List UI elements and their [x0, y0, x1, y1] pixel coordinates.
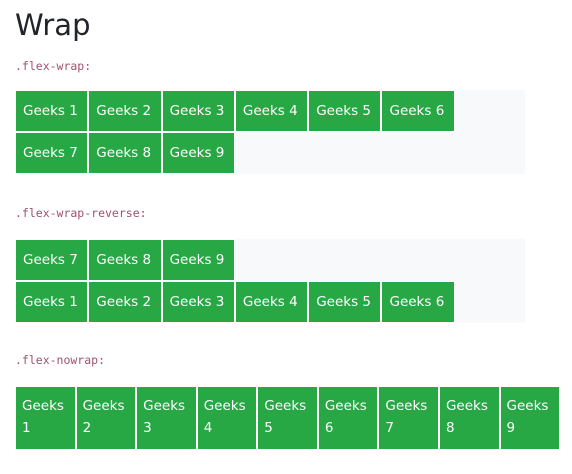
flex-item: Geeks 5	[257, 386, 318, 450]
flex-item: Geeks 8	[88, 132, 162, 174]
flex-wrap-reverse-container: Geeks 1 Geeks 2 Geeks 3 Geeks 4 Geeks 5 …	[15, 239, 525, 323]
flex-item: Geeks 8	[438, 386, 500, 450]
page-title: Wrap	[15, 8, 91, 42]
flex-item: Geeks 1	[15, 281, 89, 323]
flex-item: Geeks 4	[234, 90, 309, 132]
flex-item: Geeks 9	[161, 132, 235, 174]
flex-wrap-reverse-label: .flex-wrap-reverse:	[15, 206, 147, 220]
flex-item: Geeks 5	[308, 90, 382, 132]
flex-item: Geeks 3	[161, 90, 235, 132]
flex-item: Geeks 6	[317, 386, 379, 450]
flex-item: Geeks 2	[88, 90, 162, 132]
flex-item: Geeks 3	[161, 281, 235, 323]
flex-item: Geeks 2	[75, 386, 137, 450]
flex-item: Geeks 5	[308, 281, 382, 323]
flex-item: Geeks 9	[499, 386, 561, 450]
flex-item: Geeks 3	[136, 386, 197, 450]
flex-item: Geeks 6	[381, 281, 455, 323]
flex-wrap-container: Geeks 1 Geeks 2 Geeks 3 Geeks 4 Geeks 5 …	[15, 90, 525, 174]
flex-nowrap-label: .flex-nowrap:	[15, 353, 106, 367]
flex-item: Geeks 8	[88, 239, 162, 281]
flex-item: Geeks 4	[234, 281, 309, 323]
flex-item: Geeks 1	[15, 386, 76, 450]
flex-nowrap-container: Geeks 1 Geeks 2 Geeks 3 Geeks 4 Geeks 5 …	[15, 386, 561, 450]
flex-item: Geeks 7	[15, 132, 89, 174]
flex-item: Geeks 4	[196, 386, 258, 450]
flex-item: Geeks 7	[15, 239, 89, 281]
flex-item: Geeks 7	[378, 386, 439, 450]
flex-wrap-label: .flex-wrap:	[15, 59, 92, 73]
flex-item: Geeks 9	[161, 239, 235, 281]
flex-item: Geeks 6	[381, 90, 455, 132]
flex-item: Geeks 1	[15, 90, 89, 132]
flex-item: Geeks 2	[88, 281, 162, 323]
